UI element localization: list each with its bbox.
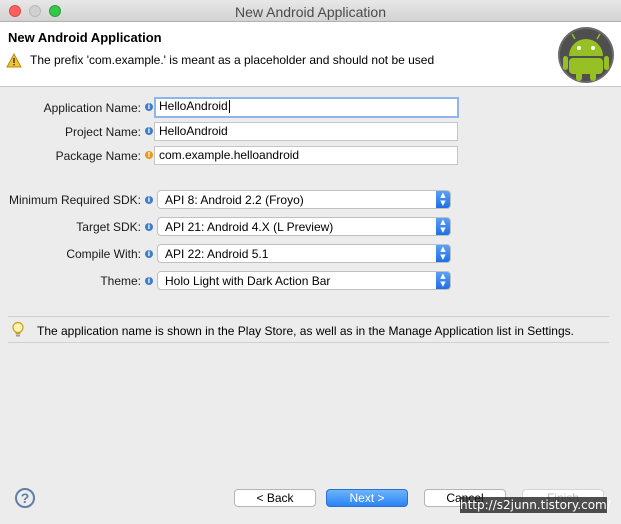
theme-label: Theme: [100, 274, 141, 288]
project-name-label: Project Name: [64, 125, 141, 139]
dropdown-arrows-icon: ▲ ▼ [436, 191, 450, 208]
next-button[interactable]: Next > [326, 489, 408, 507]
min-sdk-select[interactable]: API 8: Android 2.2 (Froyo) ▲ ▼ [157, 190, 451, 209]
dropdown-arrows-icon: ▲ ▼ [436, 218, 450, 235]
package-name-field[interactable]: com.example.helloandroid [154, 146, 458, 165]
wizard-title: New Android Application [8, 30, 162, 45]
divider [8, 342, 609, 343]
info-icon: i [145, 196, 153, 204]
title-bar: New Android Application [0, 0, 621, 22]
compile-with-value: API 22: Android 5.1 [165, 247, 269, 261]
warning-icon [6, 53, 22, 68]
android-logo-icon [558, 27, 614, 83]
compile-with-select[interactable]: API 22: Android 5.1 ▲ ▼ [157, 244, 451, 263]
theme-select[interactable]: Holo Light with Dark Action Bar ▲ ▼ [157, 271, 451, 290]
package-name-label: Package Name: [55, 149, 141, 163]
dropdown-arrows-icon: ▲ ▼ [436, 245, 450, 262]
info-icon: i [145, 223, 153, 231]
divider [8, 316, 609, 317]
application-name-field[interactable]: HelloAndroid [154, 97, 459, 118]
info-icon: i [145, 250, 153, 258]
lightbulb-icon [12, 321, 24, 337]
application-name-label: Application Name: [43, 101, 141, 115]
wizard-message: The prefix 'com.example.' is meant as a … [30, 53, 435, 67]
compile-with-label: Compile With: [66, 247, 141, 261]
back-button[interactable]: < Back [234, 489, 316, 507]
min-sdk-label: Minimum Required SDK: [8, 193, 141, 207]
target-sdk-label: Target SDK: [76, 220, 141, 234]
info-icon: i [145, 127, 153, 135]
info-icon: i [145, 103, 153, 111]
theme-value: Holo Light with Dark Action Bar [165, 274, 331, 288]
hint-text: The application name is shown in the Pla… [37, 324, 574, 338]
wizard-header: New Android Application The prefix 'com.… [0, 22, 621, 87]
project-name-field[interactable]: HelloAndroid [154, 122, 458, 141]
info-icon: i [145, 277, 153, 285]
warning-small-icon: ! [145, 151, 153, 159]
dropdown-arrows-icon: ▲ ▼ [436, 272, 450, 289]
window-title: New Android Application [235, 4, 386, 20]
min-sdk-value: API 8: Android 2.2 (Froyo) [165, 193, 304, 207]
target-sdk-value: API 21: Android 4.X (L Preview) [165, 220, 334, 234]
target-sdk-select[interactable]: API 21: Android 4.X (L Preview) ▲ ▼ [157, 217, 451, 236]
help-icon[interactable]: ? [15, 488, 35, 508]
watermark-url: http://s2junn.tistory.com/ [460, 497, 611, 513]
